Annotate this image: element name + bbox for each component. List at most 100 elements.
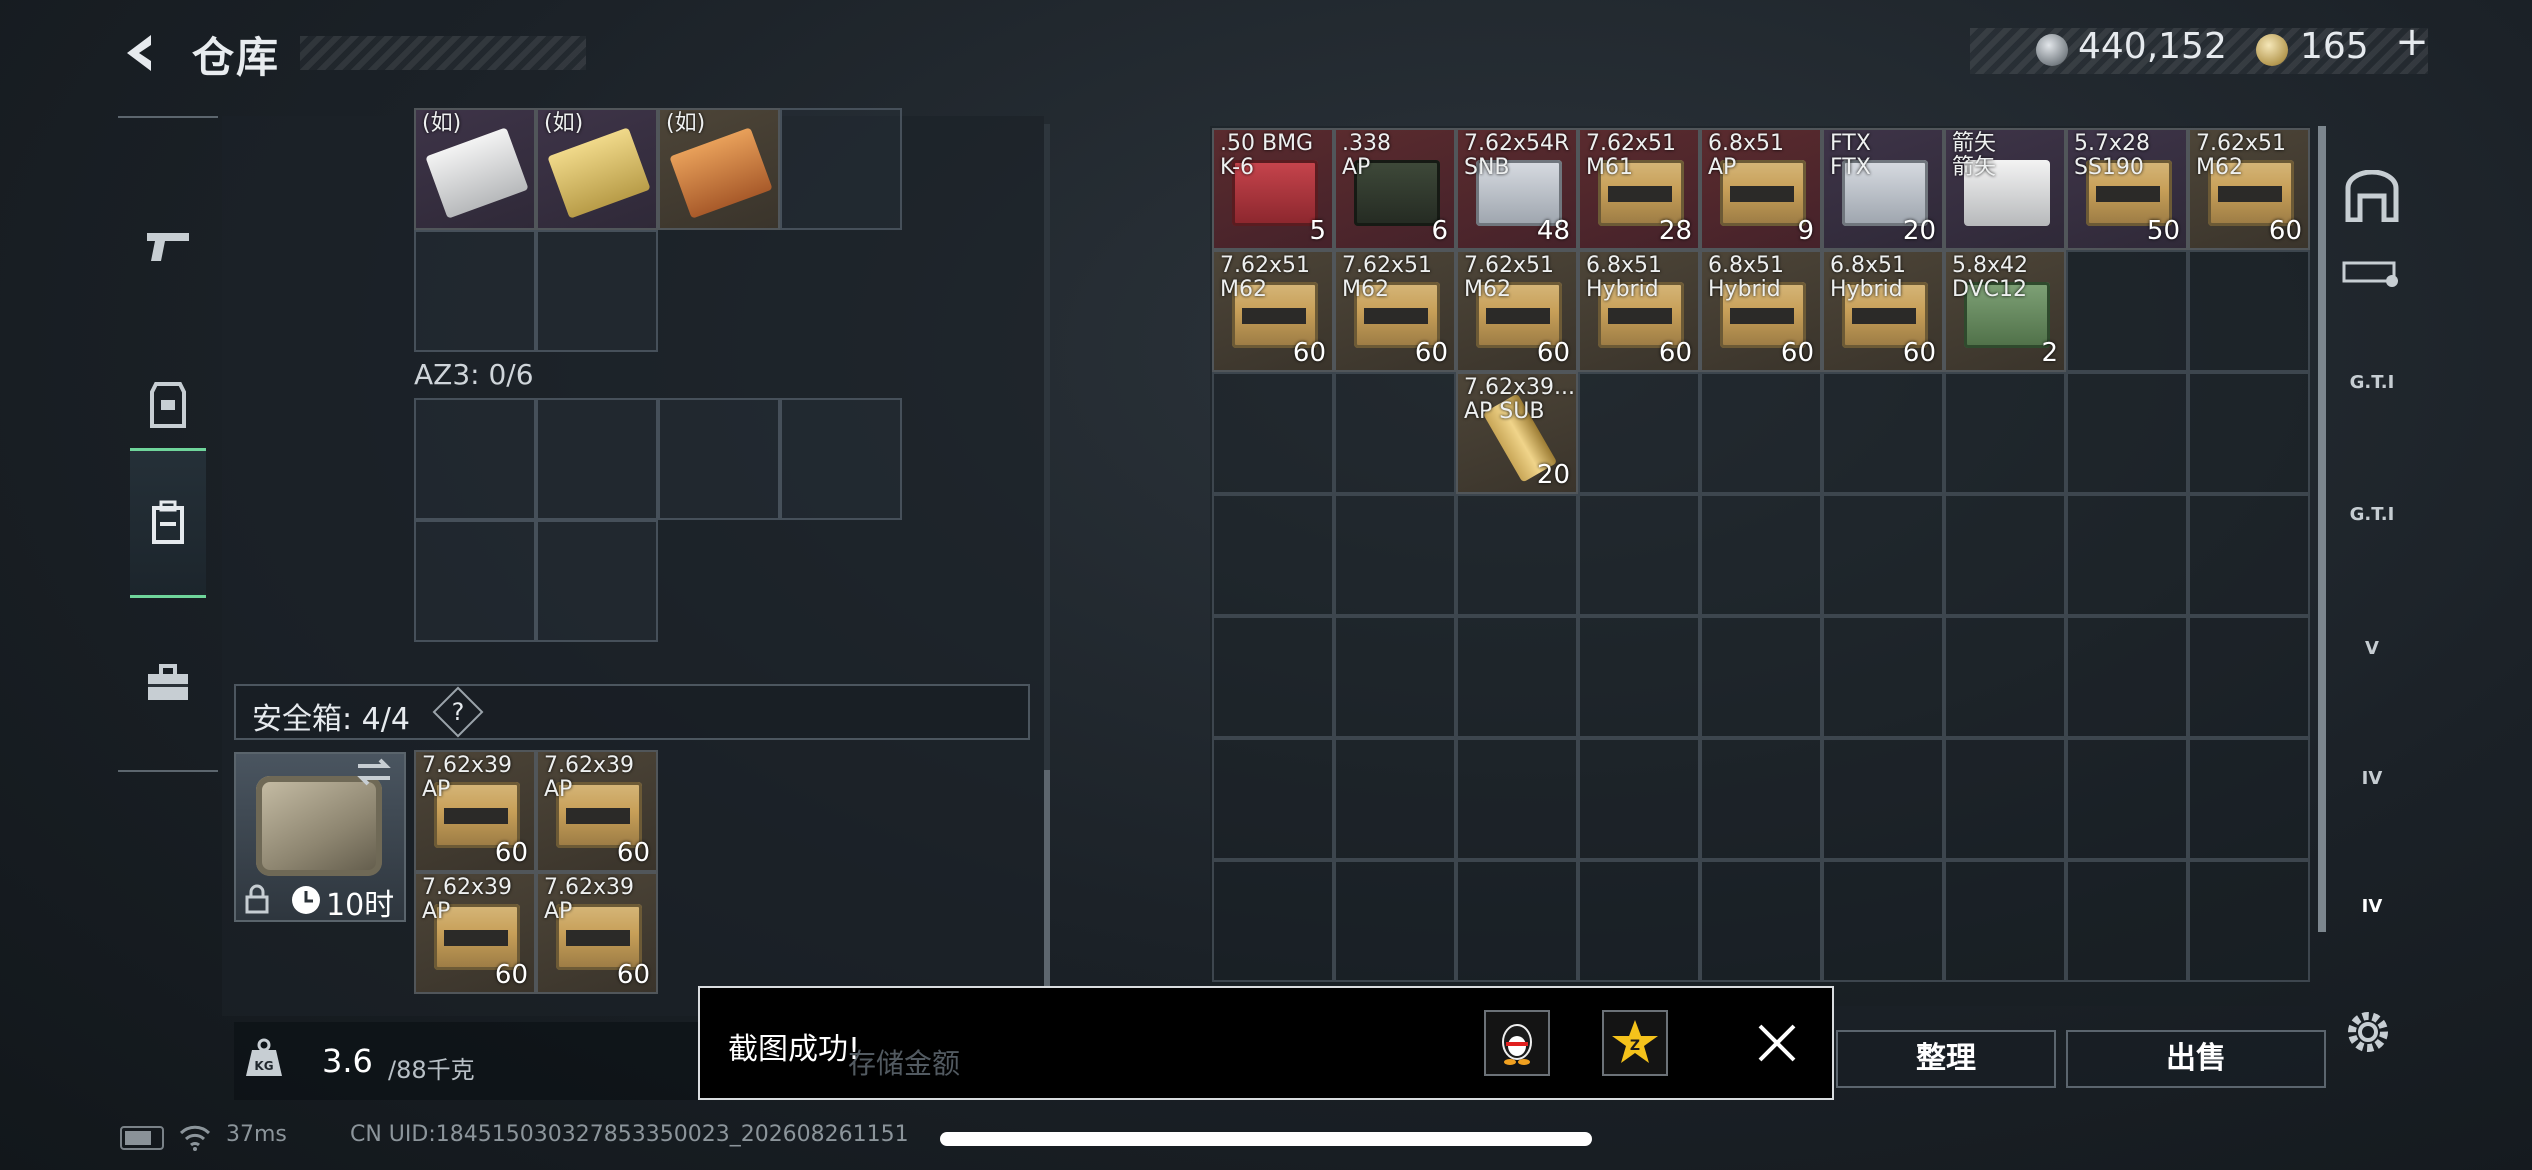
filter-tab-1[interactable] (2336, 238, 2408, 310)
az3-slot[interactable] (780, 398, 902, 520)
warehouse-slot[interactable] (1944, 616, 2066, 738)
warehouse-slot[interactable] (1944, 494, 2066, 616)
safe-item[interactable]: 7.62x39 AP 60 (536, 750, 658, 872)
close-toast-button[interactable] (1754, 1020, 1800, 1066)
swap-icon[interactable] (354, 756, 394, 788)
warehouse-item[interactable]: 7.62x51 M62 60 (1334, 250, 1456, 372)
warehouse-slot[interactable] (2066, 250, 2188, 372)
warehouse-slot[interactable] (1822, 372, 1944, 494)
safe-item[interactable]: 7.62x39 AP 60 (414, 872, 536, 994)
warehouse-slot[interactable] (1456, 860, 1578, 982)
filter-tab-3[interactable]: G.T.I (2336, 478, 2408, 550)
warehouse-slot[interactable] (2066, 860, 2188, 982)
sell-button[interactable]: 出售 (2066, 1030, 2326, 1088)
rig-slot[interactable] (536, 230, 658, 352)
rig-item[interactable]: (如) (658, 108, 780, 230)
warehouse-slot[interactable] (1456, 738, 1578, 860)
rig-item[interactable]: (如) (414, 108, 536, 230)
warehouse-slot[interactable] (2066, 738, 2188, 860)
warehouse-slot[interactable] (1944, 372, 2066, 494)
loadout-scrollbar-thumb[interactable] (1044, 770, 1050, 1000)
warehouse-item[interactable]: 箭矢 箭矢 (1944, 128, 2066, 250)
warehouse-slot[interactable] (2188, 860, 2310, 982)
warehouse-item[interactable]: 7.62x51 M62 60 (1456, 250, 1578, 372)
warehouse-slot[interactable] (1944, 738, 2066, 860)
warehouse-slot[interactable] (2188, 494, 2310, 616)
warehouse-slot[interactable] (1334, 372, 1456, 494)
warehouse-slot[interactable] (1212, 738, 1334, 860)
filter-tab-6[interactable]: IV (2336, 870, 2408, 942)
warehouse-slot[interactable] (1578, 860, 1700, 982)
warehouse-item[interactable]: 7.62x51 M61 28 (1578, 128, 1700, 250)
settings-button[interactable] (2340, 1004, 2396, 1060)
warehouse-slot[interactable] (1334, 738, 1456, 860)
warehouse-slot[interactable] (2066, 616, 2188, 738)
warehouse-slot[interactable] (1212, 494, 1334, 616)
warehouse-slot[interactable] (1212, 372, 1334, 494)
filter-tab-4[interactable]: V (2336, 612, 2408, 684)
warehouse-item[interactable]: 5.7x28 SS190 50 (2066, 128, 2188, 250)
warehouse-slot[interactable] (1578, 494, 1700, 616)
warehouse-slot[interactable] (2066, 494, 2188, 616)
rig-slot[interactable] (780, 108, 902, 230)
warehouse-slot[interactable] (1456, 616, 1578, 738)
filter-tab-2[interactable]: G.T.I (2336, 346, 2408, 418)
sort-button[interactable]: 整理 (1836, 1030, 2056, 1088)
warehouse-item[interactable]: 6.8x51 Hybrid 60 (1822, 250, 1944, 372)
warehouse-item[interactable]: 6.8x51 Hybrid 60 (1700, 250, 1822, 372)
warehouse-slot[interactable] (1334, 494, 1456, 616)
rig-slot[interactable] (414, 230, 536, 352)
add-currency-button[interactable]: + (2392, 22, 2432, 62)
warehouse-slot[interactable] (1456, 494, 1578, 616)
az3-slot[interactable] (414, 398, 536, 520)
az3-slot[interactable] (414, 520, 536, 642)
warehouse-slot[interactable] (1578, 738, 1700, 860)
home-indicator[interactable] (940, 1132, 1592, 1146)
warehouse-item[interactable]: 6.8x51 Hybrid 60 (1578, 250, 1700, 372)
warehouse-slot[interactable] (2066, 372, 2188, 494)
warehouse-slot[interactable] (1212, 616, 1334, 738)
warehouse-slot[interactable] (1334, 616, 1456, 738)
warehouse-slot[interactable] (1334, 860, 1456, 982)
warehouse-item[interactable]: 6.8x51 AP 9 (1700, 128, 1822, 250)
tab-backpack[interactable] (130, 448, 206, 598)
warehouse-slot[interactable] (2188, 372, 2310, 494)
warehouse-slot[interactable] (1944, 860, 2066, 982)
share-qq-button[interactable] (1484, 1010, 1550, 1076)
tab-case[interactable] (130, 608, 206, 758)
warehouse-slot[interactable] (1700, 738, 1822, 860)
warehouse-slot[interactable] (1822, 738, 1944, 860)
warehouse-slot[interactable] (1822, 616, 1944, 738)
filter-tab-5[interactable]: IV (2336, 742, 2408, 814)
warehouse-slot[interactable] (1700, 616, 1822, 738)
warehouse-slot[interactable] (2188, 738, 2310, 860)
back-button[interactable] (112, 24, 170, 82)
tab-weapons[interactable] (130, 172, 206, 322)
warehouse-item[interactable]: 7.62x54R SNB 48 (1456, 128, 1578, 250)
warehouse-slot[interactable] (1700, 860, 1822, 982)
warehouse-item[interactable]: 5.8x42 DVC12 2 (1944, 250, 2066, 372)
rig-item[interactable]: (如) (536, 108, 658, 230)
warehouse-slot[interactable] (2188, 250, 2310, 372)
share-qzone-button[interactable]: Z (1602, 1010, 1668, 1076)
warehouse-item[interactable]: 7.62x39... AP SUB 20 (1456, 372, 1578, 494)
warehouse-item[interactable]: .338 AP 6 (1334, 128, 1456, 250)
warehouse-item[interactable]: .50 BMG K-6 5 (1212, 128, 1334, 250)
warehouse-slot[interactable] (2188, 616, 2310, 738)
warehouse-item[interactable]: 7.62x51 M62 60 (2188, 128, 2310, 250)
warehouse-slot[interactable] (1578, 372, 1700, 494)
warehouse-slot[interactable] (1700, 494, 1822, 616)
az3-slot[interactable] (536, 520, 658, 642)
safe-item[interactable]: 7.62x39 AP 60 (536, 872, 658, 994)
az3-slot[interactable] (536, 398, 658, 520)
filter-tab-all[interactable] (2336, 160, 2408, 232)
safe-item[interactable]: 7.62x39 AP 60 (414, 750, 536, 872)
warehouse-slot[interactable] (1700, 372, 1822, 494)
warehouse-item[interactable]: FTX FTX 20 (1822, 128, 1944, 250)
warehouse-slot[interactable] (1822, 860, 1944, 982)
warehouse-slot[interactable] (1822, 494, 1944, 616)
warehouse-scrollbar[interactable] (2318, 126, 2326, 932)
warehouse-slot[interactable] (1578, 616, 1700, 738)
warehouse-item[interactable]: 7.62x51 M62 60 (1212, 250, 1334, 372)
az3-slot[interactable] (658, 398, 780, 520)
